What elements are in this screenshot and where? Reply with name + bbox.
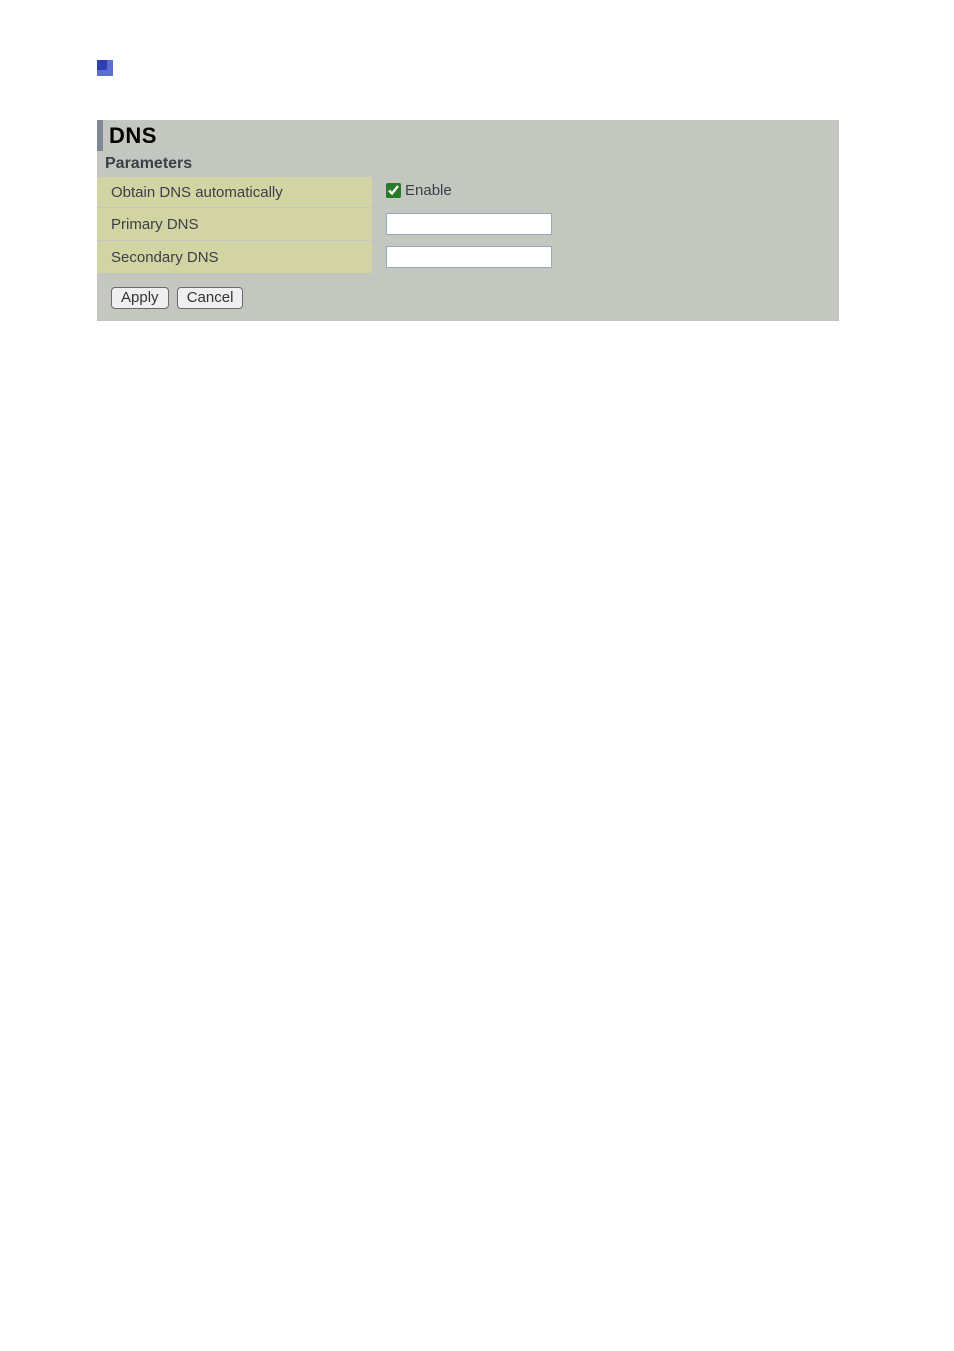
secondary-dns-input[interactable]: [386, 246, 552, 268]
section-subtitle: Parameters: [97, 151, 839, 177]
parameters-table: Obtain DNS automatically Enable Primary …: [97, 177, 839, 273]
row-secondary-dns: Secondary DNS: [97, 241, 839, 274]
button-row: Apply Cancel: [97, 273, 839, 321]
panel-title: DNS: [97, 120, 839, 151]
obtain-dns-auto-label: Obtain DNS automatically: [97, 177, 372, 208]
section-bullet-icon: [97, 60, 113, 76]
enable-checkbox-wrap[interactable]: Enable: [386, 182, 452, 199]
row-obtain-dns-auto: Obtain DNS automatically Enable: [97, 177, 839, 208]
enable-checkbox-label: Enable: [405, 182, 452, 199]
dns-panel: DNS Parameters Obtain DNS automatically …: [97, 120, 839, 321]
cancel-button[interactable]: Cancel: [177, 287, 244, 309]
primary-dns-label: Primary DNS: [97, 208, 372, 241]
primary-dns-input[interactable]: [386, 213, 552, 235]
secondary-dns-label: Secondary DNS: [97, 241, 372, 274]
row-primary-dns: Primary DNS: [97, 208, 839, 241]
apply-button[interactable]: Apply: [111, 287, 169, 309]
enable-checkbox[interactable]: [386, 183, 401, 198]
